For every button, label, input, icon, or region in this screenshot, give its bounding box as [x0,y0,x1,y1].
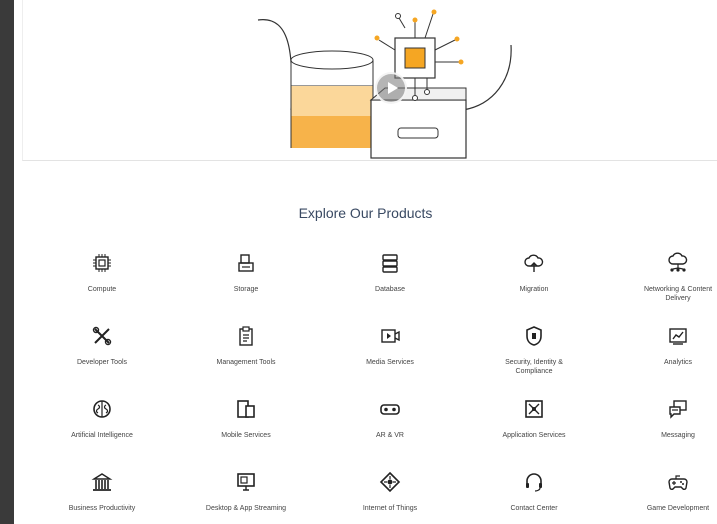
section-title: Explore Our Products [298,205,433,221]
product-label: Storage [233,286,259,293]
product-label: Game Development [646,505,710,512]
product-migration[interactable]: Migration [462,252,606,325]
app-services-icon [523,398,545,420]
product-label: Security, Identity & Compliance [505,359,563,375]
product-label: Mobile Services [221,432,271,439]
chip-icon [91,252,113,274]
product-label: Database [375,286,405,293]
product-label: Artificial Intelligence [71,432,133,439]
vr-goggles-icon [379,398,401,420]
hero-illustration [257,9,512,159]
network-cloud-icon [667,252,689,274]
product-label: Developer Tools [76,359,128,366]
product-messaging[interactable]: Messaging [606,398,717,471]
product-ar-vr[interactable]: AR & VR [318,398,462,471]
product-artificial-intelligence[interactable]: Artificial Intelligence [30,398,174,471]
mobile-icon [235,398,257,420]
product-database[interactable]: Database [318,252,462,325]
chart-icon [667,325,689,347]
product-analytics[interactable]: Analytics [606,325,717,398]
page: Explore Our Products Compute Storage Dat… [14,0,717,524]
product-label: Compute [87,286,117,293]
product-compute[interactable]: Compute [30,252,174,325]
product-contact-center[interactable]: Contact Center [462,471,606,524]
product-label: AR & VR [375,432,404,439]
hero-banner [22,0,717,161]
product-business-productivity[interactable]: Business Productivity [30,471,174,524]
product-application-services[interactable]: Application Services [462,398,606,471]
product-label: Management Tools [216,359,276,366]
product-label: Application Services [502,432,566,439]
product-label: Migration [519,286,549,293]
product-developer-tools[interactable]: Developer Tools [30,325,174,398]
clipboard-icon [235,325,257,347]
product-storage[interactable]: Storage [174,252,318,325]
product-mobile-services[interactable]: Mobile Services [174,398,318,471]
product-label: Networking & Content Delivery [643,286,713,302]
product-label: Media Services [366,359,414,366]
building-icon [91,471,113,493]
product-security[interactable]: Security, Identity & Compliance [462,325,606,398]
products-grid: Compute Storage Database Migration Netwo… [30,252,717,524]
product-media-services[interactable]: Media Services [318,325,462,398]
shield-icon [523,325,545,347]
product-label: Business Productivity [68,505,136,512]
product-label: Internet of Things [362,505,418,512]
message-icon [667,398,689,420]
database-icon [379,252,401,274]
video-icon [379,325,401,347]
product-internet-of-things[interactable]: Internet of Things [318,471,462,524]
product-game-development[interactable]: Game Development [606,471,717,524]
product-networking[interactable]: Networking & Content Delivery [606,252,717,325]
product-label: Messaging [661,432,695,439]
headset-icon [523,471,545,493]
product-desktop-app-streaming[interactable]: Desktop & App Streaming [174,471,318,524]
brain-icon [91,398,113,420]
storage-icon [235,252,257,274]
desktop-stream-icon [235,471,257,493]
product-label: Desktop & App Streaming [205,505,287,512]
cloud-upload-icon [523,252,545,274]
product-label: Analytics [663,359,692,366]
tools-icon [91,325,113,347]
product-management-tools[interactable]: Management Tools [174,325,318,398]
product-label: Contact Center [510,505,558,512]
gamepad-icon [667,471,689,493]
play-video-button[interactable] [375,72,407,104]
iot-icon [379,471,401,493]
